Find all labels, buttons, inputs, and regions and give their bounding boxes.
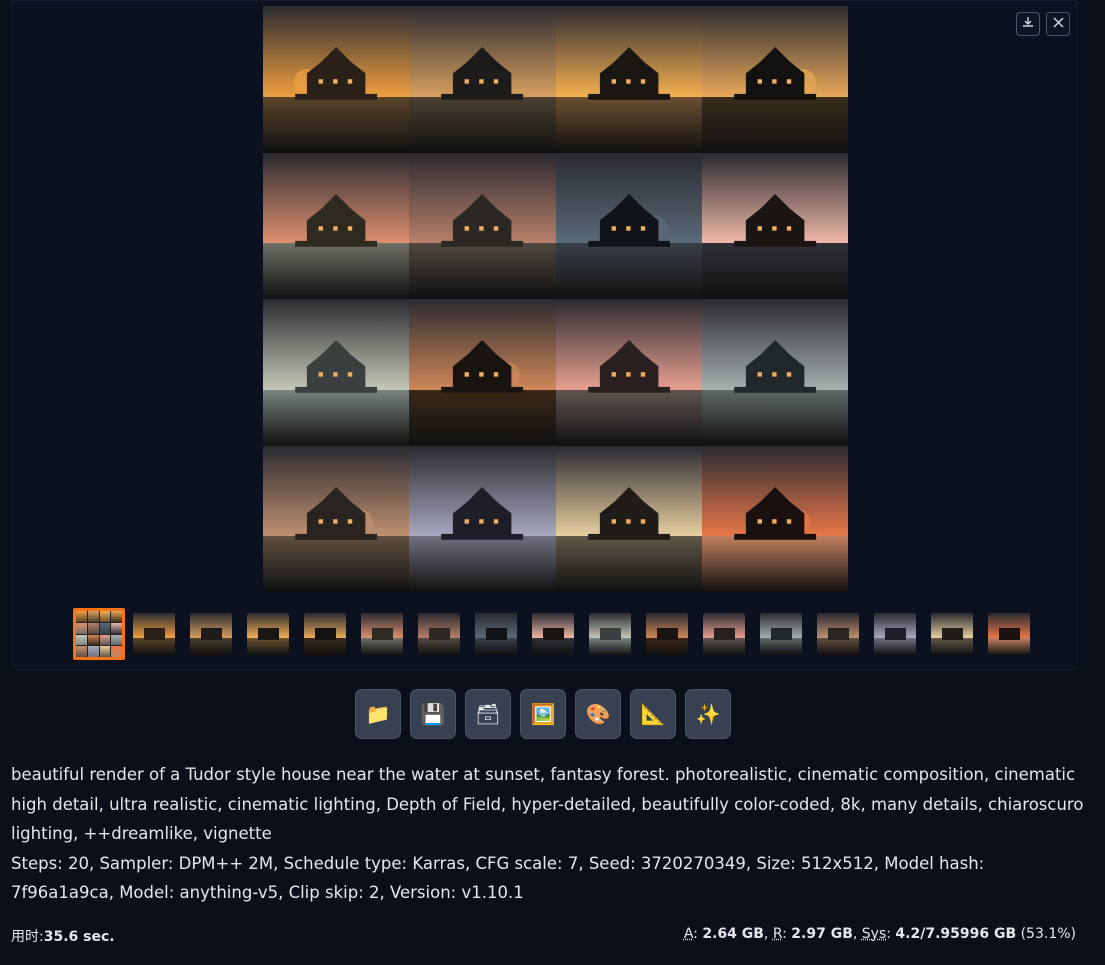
send-to-inpaint-icon: 🎨 (585, 702, 611, 726)
send-to-img2img-button[interactable]: 🖼️ (520, 689, 566, 739)
grid-tile (263, 445, 410, 592)
upscale-icon: ✨ (695, 702, 721, 726)
thumbnail-image[interactable] (874, 613, 916, 655)
zip-icon: 🗃 (475, 702, 501, 726)
download-icon (1022, 16, 1034, 32)
send-to-img2img-icon: 🖼️ (530, 702, 556, 726)
vram-stats: A: 2.64 GB, R: 2.97 GB, Sys: 4.2/7.95996… (683, 926, 1076, 942)
generated-image-grid[interactable] (263, 6, 848, 592)
r-label: R (772, 926, 783, 942)
thumbnail-image[interactable] (247, 613, 289, 655)
a-value: 2.64 GB (702, 926, 764, 942)
r-value: 2.97 GB (791, 926, 853, 942)
grid-tile (409, 299, 556, 446)
zip-button[interactable]: 🗃 (465, 689, 511, 739)
send-to-extras-icon: 📐 (640, 702, 666, 726)
grid-tile (555, 6, 702, 153)
performance-footer: 用时:35.6 sec. A: 2.64 GB, R: 2.97 GB, Sys… (11, 926, 1076, 946)
grid-tile (409, 6, 556, 153)
grid-tile (701, 152, 848, 299)
gallery-panel (12, 0, 1077, 670)
grid-tile (555, 445, 702, 592)
generation-info: beautiful render of a Tudor style house … (11, 760, 1086, 908)
thumbnail-image[interactable] (589, 613, 631, 655)
save-button[interactable]: 💾 (410, 689, 456, 739)
grid-tile (701, 6, 848, 153)
thumbnail-image[interactable] (133, 613, 175, 655)
save-icon: 💾 (420, 702, 446, 726)
open-folder-icon: 📁 (365, 702, 391, 726)
close-icon (1052, 16, 1064, 32)
thumbnail-image[interactable] (931, 613, 973, 655)
grid-tile (701, 299, 848, 446)
download-button[interactable] (1016, 12, 1040, 36)
upscale-button[interactable]: ✨ (685, 689, 731, 739)
send-to-inpaint-button[interactable]: 🎨 (575, 689, 621, 739)
thumbnail-image[interactable] (532, 613, 574, 655)
sys-value: 4.2/7.95996 GB (895, 926, 1017, 942)
time-label: 用时: (11, 929, 44, 945)
a-label: A (683, 926, 694, 942)
grid-tile (263, 152, 410, 299)
grid-tile (263, 6, 410, 153)
prompt-text: beautiful render of a Tudor style house … (11, 765, 1084, 843)
thumbnail-image[interactable] (817, 613, 859, 655)
thumbnail-image[interactable] (475, 613, 517, 655)
grid-tile (409, 152, 556, 299)
open-folder-button[interactable]: 📁 (355, 689, 401, 739)
sys-percent: (53.1%) (1020, 926, 1076, 942)
sys-label: Sys (861, 926, 887, 942)
grid-tile (555, 152, 702, 299)
thumbnail-image[interactable] (703, 613, 745, 655)
generation-params: Steps: 20, Sampler: DPM++ 2M, Schedule t… (11, 853, 985, 903)
thumbnail-image[interactable] (760, 613, 802, 655)
thumbnail-image[interactable] (304, 613, 346, 655)
thumbnail-image[interactable] (988, 613, 1030, 655)
thumbnail-image[interactable] (361, 613, 403, 655)
thumbnail-image[interactable] (190, 613, 232, 655)
thumbnail-image[interactable] (646, 613, 688, 655)
thumbnail-strip (73, 608, 1045, 660)
thumbnail-image[interactable] (418, 613, 460, 655)
grid-tile (701, 445, 848, 592)
send-to-extras-button[interactable]: 📐 (630, 689, 676, 739)
time-value: 35.6 sec. (43, 929, 115, 945)
time-taken: 用时:35.6 sec. (11, 926, 115, 946)
thumbnail-grid[interactable] (73, 608, 125, 660)
grid-tile (263, 299, 410, 446)
grid-tile (409, 445, 556, 592)
grid-tile (555, 299, 702, 446)
close-button[interactable] (1046, 12, 1070, 36)
image-action-toolbar: 📁 💾 🗃 🖼️ 🎨 📐 ✨ (355, 689, 731, 739)
